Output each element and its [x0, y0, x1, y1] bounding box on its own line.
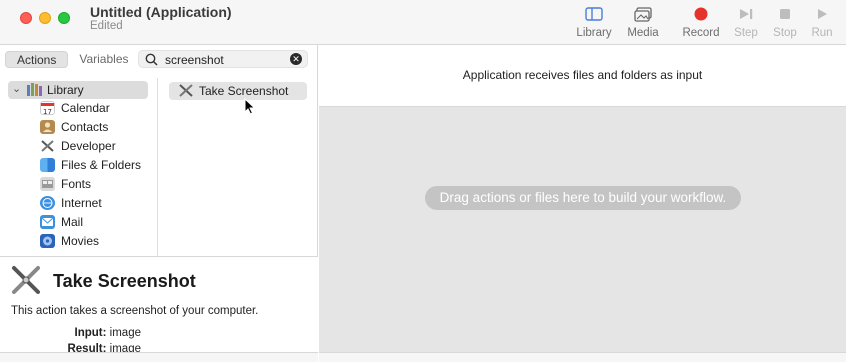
- developer-icon: [179, 84, 193, 102]
- search-icon: [145, 53, 158, 71]
- automator-window: Untitled (Application) Edited Library Me…: [0, 0, 846, 362]
- tab-variables[interactable]: Variables: [68, 51, 139, 68]
- workflow-bottom-bar: [319, 352, 846, 362]
- fonts-icon: [40, 177, 55, 191]
- window-title: Untitled (Application): [90, 4, 232, 20]
- library-root-label: Library: [47, 83, 84, 97]
- library-item-label: Files & Folders: [61, 158, 142, 172]
- window-subtitle: Edited: [90, 20, 123, 32]
- sidebar-icon: [569, 4, 619, 24]
- workflow-placeholder: Drag actions or files here to build your…: [425, 186, 741, 210]
- clear-search-icon[interactable]: ✕: [290, 53, 302, 65]
- library-item-label: Fonts: [61, 177, 92, 191]
- library-books-icon: [26, 82, 44, 102]
- library-list: ⌄ Library 17 Calendar Contacts Developer…: [0, 78, 158, 256]
- movies-icon: [40, 234, 55, 248]
- action-description-title: Take Screenshot: [53, 271, 196, 291]
- library-item-contacts[interactable]: Contacts: [40, 119, 155, 138]
- library-item-label: Mail: [61, 215, 84, 229]
- photos-icon: [618, 4, 668, 24]
- record-toolbar-button[interactable]: Record: [676, 4, 726, 39]
- minimize-button[interactable]: [39, 12, 51, 24]
- library-item-label: Contacts: [61, 120, 109, 134]
- action-results-list: Take Screenshot: [159, 78, 317, 256]
- mail-icon: [40, 215, 55, 229]
- library-item-label: Developer: [61, 139, 116, 153]
- library-item-label: Internet: [61, 196, 102, 210]
- library-item-internet[interactable]: Internet: [40, 195, 155, 214]
- run-toolbar-label: Run: [811, 27, 833, 39]
- run-toolbar-button[interactable]: Run: [797, 4, 846, 39]
- action-description-panel: Take Screenshot This action takes a scre…: [0, 256, 318, 352]
- play-icon: [797, 4, 846, 24]
- library-item-movies[interactable]: Movies: [40, 233, 155, 252]
- workflow-drop-area[interactable]: Drag actions or files here to build your…: [319, 107, 846, 352]
- library-item-fonts[interactable]: Fonts: [40, 176, 155, 195]
- library-item-label: Calendar: [61, 101, 110, 115]
- calendar-icon: 17: [40, 101, 55, 116]
- action-description-text: This action takes a screenshot of your c…: [11, 305, 259, 317]
- finder-icon: [40, 158, 55, 172]
- workflow-input-header: Application receives files and folders a…: [319, 45, 846, 107]
- action-label: Take Screenshot: [199, 84, 289, 98]
- mouse-pointer-icon: [244, 97, 256, 120]
- library-toolbar-button[interactable]: Library: [569, 4, 619, 39]
- input-type-label: Input:: [74, 327, 107, 339]
- close-button[interactable]: [20, 12, 32, 24]
- library-item-files-folders[interactable]: Files & Folders: [40, 157, 155, 176]
- record-toolbar-label: Record: [682, 27, 720, 39]
- actions-variables-segmented-control: Actions Variables: [5, 51, 140, 68]
- developer-icon: [40, 139, 55, 153]
- library-root-item[interactable]: ⌄ Library: [8, 81, 148, 99]
- media-toolbar-label: Media: [627, 27, 659, 39]
- search-field[interactable]: screenshot ✕: [138, 50, 308, 68]
- tab-actions[interactable]: Actions: [5, 51, 69, 68]
- library-item-mail[interactable]: Mail: [40, 214, 155, 233]
- titlebar: Untitled (Application) Edited Library Me…: [0, 0, 846, 45]
- result-type-row: Result: image: [11, 343, 141, 352]
- input-type-value: image: [109, 327, 141, 339]
- action-take-screenshot[interactable]: Take Screenshot: [169, 82, 307, 100]
- input-type-row: Input: image: [11, 327, 141, 339]
- zoom-button[interactable]: [58, 12, 70, 24]
- library-item-calendar[interactable]: 17 Calendar: [40, 100, 155, 119]
- left-bottom-bar: [0, 352, 318, 362]
- chevron-down-icon[interactable]: ⌄: [12, 82, 21, 95]
- internet-icon: [40, 196, 55, 210]
- developer-tools-icon: [11, 265, 41, 300]
- library-toolbar-label: Library: [576, 27, 612, 39]
- workflow-input-description: Application receives files and folders a…: [462, 68, 703, 82]
- result-type-label: Result:: [67, 343, 107, 352]
- contacts-icon: [40, 120, 55, 134]
- left-panel: Actions Variables screenshot ✕ ⌄ Library…: [0, 45, 318, 362]
- library-item-developer[interactable]: Developer: [40, 138, 155, 157]
- search-input[interactable]: screenshot: [165, 53, 224, 67]
- library-item-label: Movies: [61, 234, 100, 248]
- result-type-value: image: [109, 343, 141, 352]
- media-toolbar-button[interactable]: Media: [618, 4, 668, 39]
- svg-text:17: 17: [43, 108, 52, 115]
- record-icon: [676, 4, 726, 24]
